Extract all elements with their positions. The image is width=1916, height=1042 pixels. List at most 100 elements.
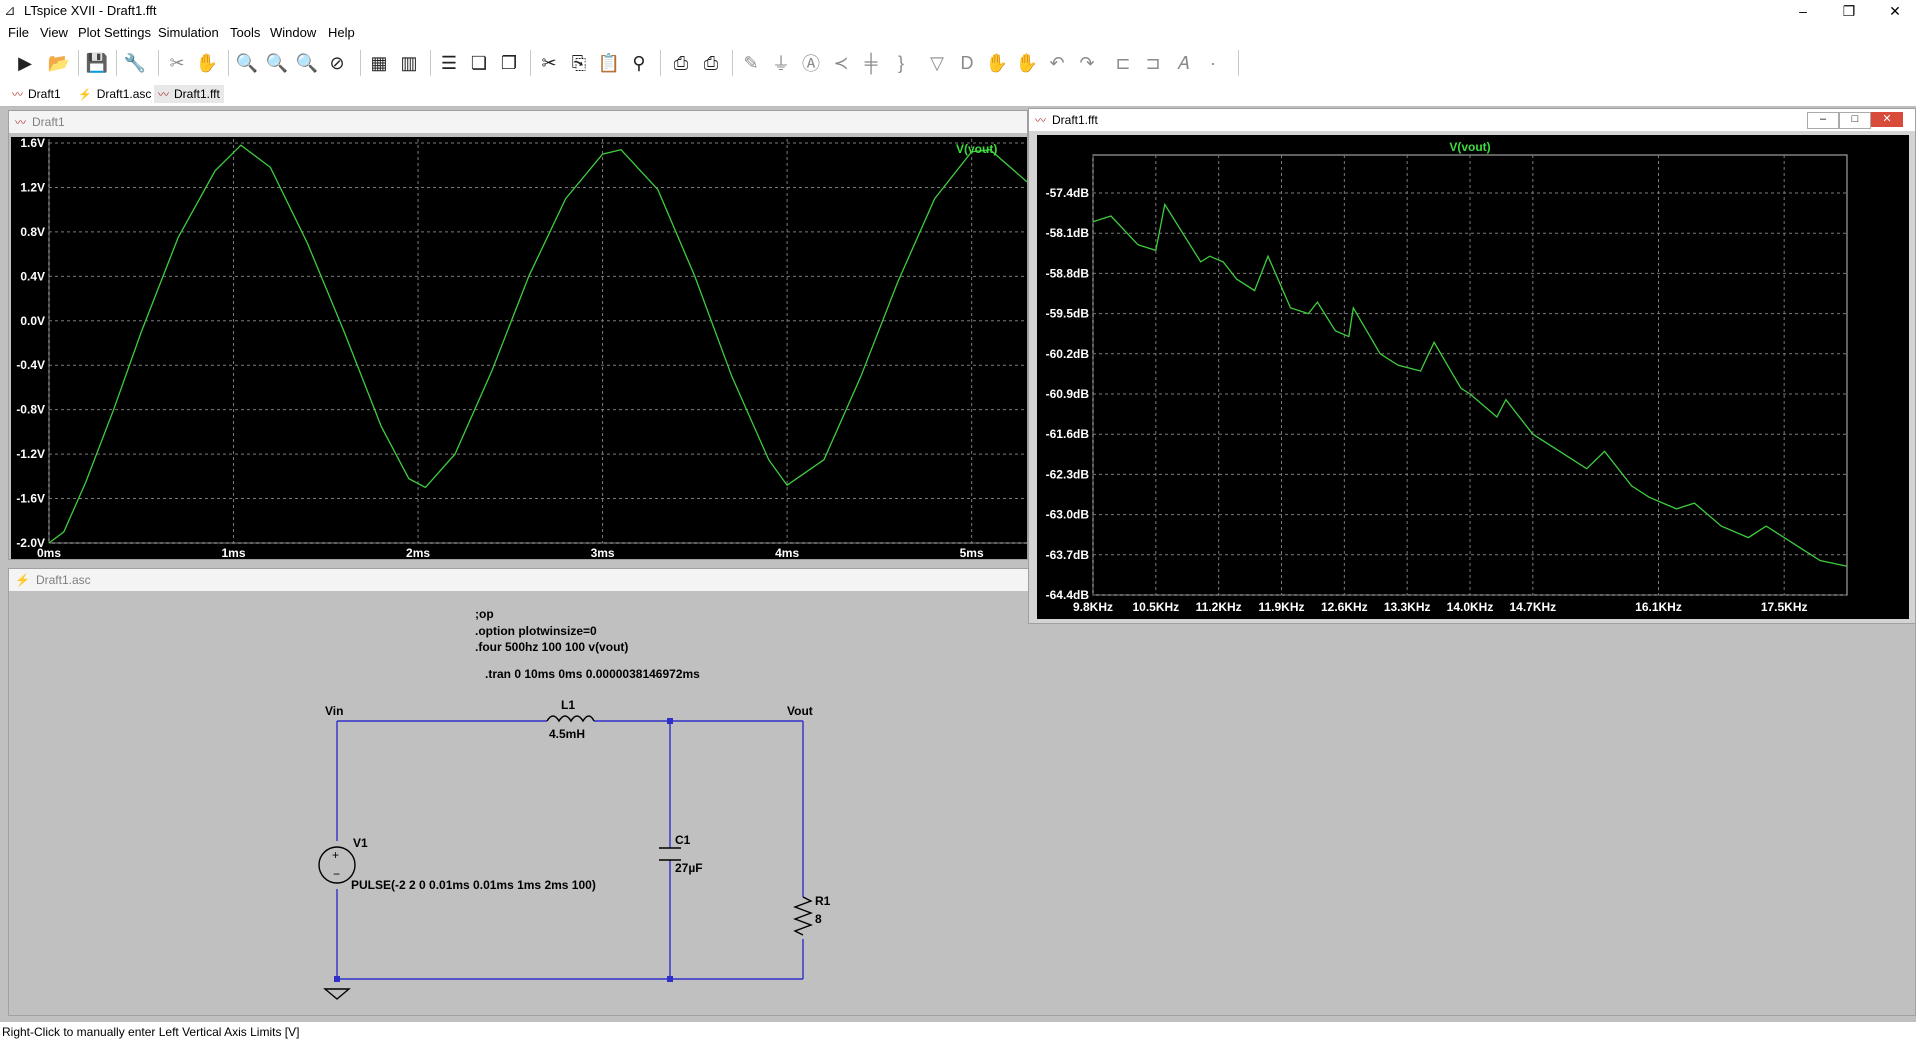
window-title: LTspice XVII - Draft1.fft bbox=[24, 3, 157, 18]
window-title: Draft1 bbox=[32, 115, 65, 129]
menu-window[interactable]: Window bbox=[270, 25, 316, 40]
status-text: Right-Click to manually enter Left Verti… bbox=[2, 1025, 300, 1039]
menu-view[interactable]: View bbox=[40, 25, 68, 40]
plot-area[interactable]: 1.6V 1.2V 0.8V 0.4V 0.0V -0.4V -0.8V -1.2V -1.6V… bbox=[11, 137, 1027, 559]
y-tick-label: 0.0V bbox=[20, 314, 45, 328]
plot-area[interactable]: -57.4dB -58.1dB -58.8dB -59.5dB -60.2dB -60.9… bbox=[1037, 135, 1909, 619]
junction-dot bbox=[667, 718, 673, 724]
menu-plot-settings[interactable]: Plot Settings bbox=[78, 25, 151, 40]
close-button[interactable]: ✕ bbox=[1871, 112, 1903, 127]
v1-value: PULSE(-2 2 0 0.01ms 0.01ms 1ms 2ms 100) bbox=[351, 878, 596, 892]
menu-help[interactable]: Help bbox=[328, 25, 355, 40]
directive-option[interactable]: .option plotwinsize=0 bbox=[475, 624, 597, 638]
capacitor-c1[interactable]: C1 27µF bbox=[659, 833, 703, 875]
restore-button[interactable]: ❐ bbox=[1826, 0, 1872, 22]
component-icon[interactable]: D bbox=[954, 50, 980, 76]
zoom-fit-icon[interactable]: ⊘ bbox=[324, 50, 350, 76]
save-icon[interactable]: 💾 bbox=[84, 50, 110, 76]
inductor-icon[interactable]: } bbox=[888, 50, 914, 76]
waveform-icon: 〰 bbox=[12, 89, 23, 101]
open-folder-icon[interactable]: 📂 bbox=[46, 50, 72, 76]
label-net-icon[interactable]: Ⓐ bbox=[798, 50, 824, 76]
c1-value: 27µF bbox=[675, 861, 703, 875]
toolbar: ▶ 📂 💾 🔧 ✂ ✋ 🔍 🔍 🔍 ⊘ ▦ ▥ ☰ ❏ ❐ ✂ ⎘ 📋 ⚲ ⎙ … bbox=[0, 44, 1916, 83]
trace-label-vout[interactable]: V(vout) bbox=[956, 142, 997, 156]
cut-icon[interactable]: ✂ bbox=[536, 50, 562, 76]
trace-vout[interactable] bbox=[48, 144, 1027, 544]
minimize-button[interactable]: – bbox=[1780, 0, 1826, 22]
close-button[interactable]: ✕ bbox=[1872, 0, 1916, 22]
transient-chart[interactable]: 1.6V 1.2V 0.8V 0.4V 0.0V -0.4V -0.8V -1.2V -1.6V… bbox=[11, 137, 1027, 559]
net-label-vin[interactable]: Vin bbox=[325, 704, 343, 718]
autorange-icon[interactable]: ▦ bbox=[366, 50, 392, 76]
tab-draft1-asc[interactable]: ⚡ Draft1.asc bbox=[74, 85, 155, 103]
print-preview-icon[interactable]: ⎙ bbox=[698, 50, 724, 76]
y-tick-label: -60.2dB bbox=[1046, 347, 1090, 361]
waveform-icon: 〰 bbox=[1035, 115, 1046, 127]
menu-simulation[interactable]: Simulation bbox=[158, 25, 219, 40]
app-logo-icon: ⊿ bbox=[4, 2, 16, 18]
menu-bar: File View Plot Settings Simulation Tools… bbox=[0, 22, 1916, 44]
tab-draft1[interactable]: 〰 Draft1 bbox=[8, 85, 65, 103]
run-icon[interactable]: ▶ bbox=[12, 50, 38, 76]
trace-label-vout[interactable]: V(vout) bbox=[1449, 140, 1490, 154]
diode-icon[interactable]: ▽ bbox=[924, 50, 950, 76]
wire-icon[interactable]: ✎ bbox=[738, 50, 764, 76]
x-tick-label: 4ms bbox=[775, 546, 799, 559]
move-hand-icon[interactable]: ✋ bbox=[984, 50, 1010, 76]
zoom-in-icon[interactable]: 🔍 bbox=[234, 50, 260, 76]
undo-icon[interactable]: ↶ bbox=[1044, 50, 1070, 76]
zoom-area-icon[interactable]: 🔍 bbox=[264, 50, 290, 76]
tile-vertical-icon[interactable]: ❐ bbox=[496, 50, 522, 76]
zoom-out-icon[interactable]: 🔍 bbox=[294, 50, 320, 76]
voltage-source-v1[interactable]: + − V1 PULSE(-2 2 0 0.01ms 0.01ms 1ms 2m… bbox=[318, 836, 596, 892]
redo-icon[interactable]: ↷ bbox=[1074, 50, 1100, 76]
y-tick-label: -60.9dB bbox=[1046, 387, 1090, 401]
print-icon[interactable]: ⎙ bbox=[668, 50, 694, 76]
y-tick-label: -58.1dB bbox=[1046, 226, 1090, 240]
x-tick-label: 12.6KHz bbox=[1321, 600, 1368, 614]
minimize-button[interactable]: – bbox=[1807, 112, 1839, 129]
ground-icon[interactable]: ⏚ bbox=[768, 50, 794, 76]
directive-op[interactable]: ;op bbox=[475, 607, 494, 621]
ground-symbol[interactable] bbox=[323, 988, 351, 1000]
fft-chart[interactable]: -57.4dB -58.1dB -58.8dB -59.5dB -60.2dB -60.9… bbox=[1037, 135, 1909, 619]
find-icon[interactable]: ⚲ bbox=[626, 50, 652, 76]
schematic-icon: ⚡ bbox=[78, 88, 92, 101]
drag-hand-icon[interactable]: ✋ bbox=[1014, 50, 1040, 76]
toolbar-separator bbox=[530, 50, 531, 76]
menu-tools[interactable]: Tools bbox=[230, 25, 260, 40]
mark-icon[interactable]: ▥ bbox=[396, 50, 422, 76]
net-label-vout[interactable]: Vout bbox=[787, 704, 813, 718]
transient-plot-window: 〰 Draft1 1.6V 1.2V 0.8V 0.4V 0.0V -0.4V -0.8V -… bbox=[8, 110, 1028, 560]
y-tick-label: -61.6dB bbox=[1046, 427, 1090, 441]
directive-tran[interactable]: .tran 0 10ms 0ms 0.0000038146972ms bbox=[485, 667, 700, 681]
v1-name: V1 bbox=[353, 836, 368, 850]
maximize-button[interactable]: □ bbox=[1839, 112, 1871, 129]
spice-directive-icon[interactable]: · bbox=[1200, 50, 1226, 76]
mirror-icon[interactable]: ⊐ bbox=[1140, 50, 1166, 76]
control-panel-icon[interactable]: 🔧 bbox=[122, 50, 148, 76]
fft-plot-window: 〰 Draft1.fft – □ ✕ -57.4dB -58.1dB -58.8dB… bbox=[1028, 108, 1916, 624]
cascade-icon[interactable]: ❏ bbox=[466, 50, 492, 76]
toolbar-separator bbox=[732, 50, 733, 76]
copy-icon[interactable]: ⎘ bbox=[566, 50, 592, 76]
window-title: Draft1.fft bbox=[1052, 113, 1098, 127]
inductor-l1[interactable]: L1 4.5mH bbox=[546, 698, 595, 741]
paste-icon[interactable]: 📋 bbox=[596, 50, 622, 76]
capacitor-icon[interactable]: ╪ bbox=[858, 50, 884, 76]
tile-horizontal-icon[interactable]: ☰ bbox=[436, 50, 462, 76]
halt-icon[interactable]: ✂ bbox=[164, 50, 190, 76]
schematic-canvas[interactable]: ;op .option plotwinsize=0 .four 500hz 10… bbox=[9, 591, 1915, 1015]
tab-label: Draft1 bbox=[28, 87, 61, 101]
text-icon[interactable]: 𝐴 bbox=[1170, 50, 1196, 76]
toolbar-separator bbox=[116, 50, 117, 76]
rotate-icon[interactable]: ⊏ bbox=[1110, 50, 1136, 76]
pan-hand-icon[interactable]: ✋ bbox=[194, 50, 220, 76]
directive-four[interactable]: .four 500hz 100 100 v(vout) bbox=[475, 640, 628, 654]
resistor-r1[interactable]: R1 8 bbox=[793, 894, 831, 936]
tab-label: Draft1.fft bbox=[174, 87, 220, 101]
menu-file[interactable]: File bbox=[8, 25, 29, 40]
tab-draft1-fft[interactable]: 〰 Draft1.fft bbox=[154, 85, 224, 103]
resistor-icon[interactable]: ≺ bbox=[828, 50, 854, 76]
